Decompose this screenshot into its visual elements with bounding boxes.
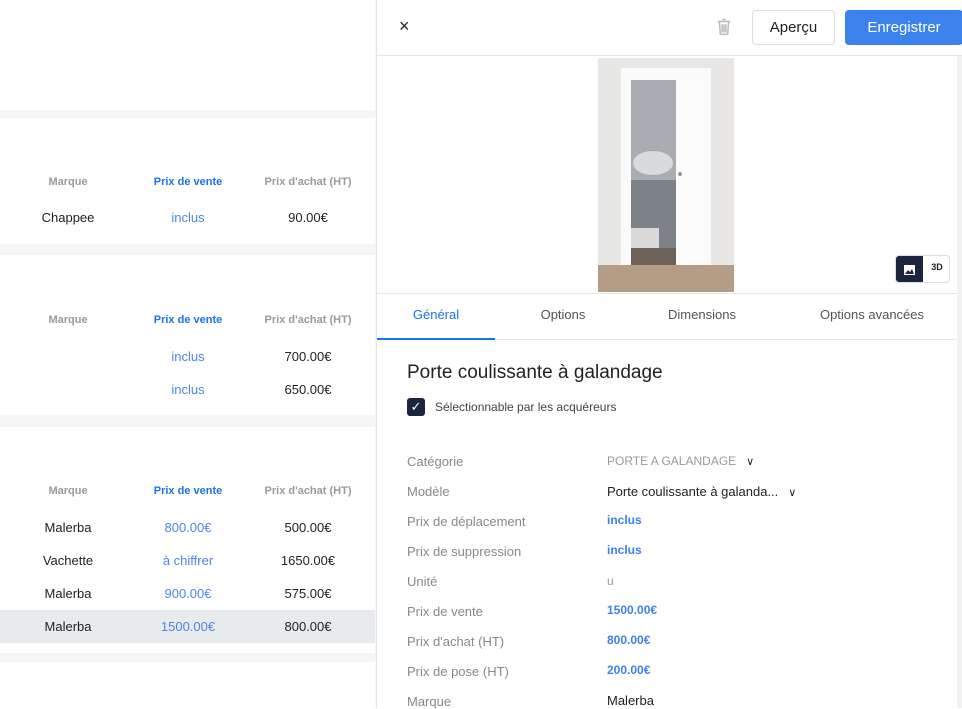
removal-price-value[interactable]: inclus [607, 543, 642, 557]
media-toggle: 3D [895, 255, 950, 283]
model-value: Porte coulissante à galanda... [607, 484, 779, 499]
table-row[interactable]: Malerba 900.00€ 575.00€ [0, 577, 375, 610]
field-label-travel-price: Prix de déplacement [407, 514, 526, 529]
field-label-purchase-price: Prix d'achat (HT) [407, 634, 505, 649]
cell-purchase: 90.00€ [288, 210, 328, 225]
category-value: PORTE A GALANDAGE [607, 454, 737, 468]
unit-value[interactable]: u [607, 574, 614, 588]
field-label-sale-price: Prix de vente [407, 604, 483, 619]
table-row-selected[interactable]: Malerba 1500.00€ 800.00€ [0, 610, 375, 643]
field-label-install-price: Prix de pose (HT) [407, 664, 509, 679]
table-row[interactable]: Malerba 800.00€ 500.00€ [0, 511, 375, 544]
product-editor-panel: × Aperçu Enregistrer 3D Général Options … [376, 0, 962, 709]
chevron-down-icon: ∨ [746, 456, 755, 468]
cell-sale: inclus [171, 210, 205, 225]
col-header-sale[interactable]: Prix de vente [128, 485, 248, 497]
image-view-button[interactable] [896, 256, 923, 282]
field-label-model: Modèle [407, 484, 450, 499]
product-title: Porte coulissante à galandage [407, 362, 663, 383]
cell-purchase: 700.00€ [284, 349, 332, 364]
cell-purchase: 1650.00€ [280, 553, 336, 568]
brand-value[interactable]: Malerba [607, 693, 654, 708]
model-select[interactable]: Porte coulissante à galanda... ∨ [607, 484, 796, 499]
chevron-down-icon: ∨ [788, 487, 797, 499]
tab-general[interactable]: Général [377, 294, 495, 340]
price-card: Marque Prix de vente Prix d'achat (HT) M… [0, 427, 375, 653]
price-card [0, 0, 375, 110]
cell-sale: 800.00€ [164, 520, 212, 535]
preview-button[interactable]: Aperçu [752, 10, 835, 45]
cell-purchase: 500.00€ [284, 520, 332, 535]
cell-sale: à chiffrer [162, 553, 214, 568]
cell-brand: Malerba [44, 586, 92, 601]
col-header-brand: Marque [48, 485, 88, 497]
price-card: Marque Prix de vente Prix d'achat (HT) i… [0, 255, 375, 415]
col-header-purchase[interactable]: Prix d'achat (HT) [248, 176, 368, 188]
category-select[interactable]: PORTE A GALANDAGE ∨ [607, 454, 754, 468]
tab-dimensions[interactable]: Dimensions [637, 294, 767, 340]
save-button[interactable]: Enregistrer [845, 10, 962, 45]
cell-sale: 1500.00€ [160, 619, 216, 634]
close-icon[interactable]: × [399, 16, 410, 37]
scrollbar[interactable] [957, 56, 962, 708]
cell-purchase: 650.00€ [284, 382, 332, 397]
field-label-category: Catégorie [407, 454, 464, 469]
table-row[interactable]: Chappee inclus 90.00€ [0, 201, 375, 234]
price-card [0, 662, 375, 708]
cell-brand: Chappee [41, 210, 95, 225]
col-header-sale[interactable]: Prix de vente [128, 314, 248, 326]
cell-brand: Malerba [44, 520, 92, 535]
selectable-checkbox[interactable]: ✓ [407, 398, 425, 416]
col-header-purchase[interactable]: Prix d'achat (HT) [248, 485, 368, 497]
table-row[interactable]: Vachette à chiffrer 1650.00€ [0, 544, 375, 577]
field-label-removal-price: Prix de suppression [407, 544, 522, 559]
install-price-value[interactable]: 200.00€ [607, 663, 650, 677]
cell-brand: Malerba [44, 619, 92, 634]
col-header-brand: Marque [48, 176, 88, 188]
table-row[interactable]: inclus 650.00€ [0, 373, 375, 406]
field-label-unit: Unité [407, 574, 438, 589]
trash-icon[interactable] [713, 16, 735, 38]
tab-bar: Général Options Dimensions Options avanc… [377, 293, 959, 340]
price-list-panel: Marque Prix de vente Prix d'achat (HT) C… [0, 0, 376, 708]
cell-sale: inclus [171, 349, 205, 364]
price-card: Marque Prix de vente Prix d'achat (HT) C… [0, 118, 375, 244]
3d-view-button[interactable]: 3D [924, 262, 949, 272]
tab-advanced-options[interactable]: Options avancées [797, 294, 947, 340]
col-header-brand: Marque [48, 314, 88, 326]
cell-sale: inclus [171, 382, 205, 397]
field-label-brand: Marque [407, 694, 452, 709]
table-row[interactable]: inclus 700.00€ [0, 340, 375, 373]
product-image [598, 58, 734, 292]
cell-purchase: 800.00€ [284, 619, 332, 634]
col-header-sale[interactable]: Prix de vente [128, 176, 248, 188]
selectable-label: Sélectionnable par les acquéreurs [435, 400, 617, 414]
cell-purchase: 575.00€ [284, 586, 332, 601]
travel-price-value[interactable]: inclus [607, 513, 642, 527]
tab-options[interactable]: Options [507, 294, 619, 340]
sale-price-value[interactable]: 1500.00€ [607, 603, 657, 617]
cell-sale: 900.00€ [164, 586, 212, 601]
purchase-price-value[interactable]: 800.00€ [607, 633, 650, 647]
editor-toolbar: × Aperçu Enregistrer [377, 0, 962, 56]
cell-brand: Vachette [42, 553, 94, 568]
col-header-purchase[interactable]: Prix d'achat (HT) [248, 314, 368, 326]
